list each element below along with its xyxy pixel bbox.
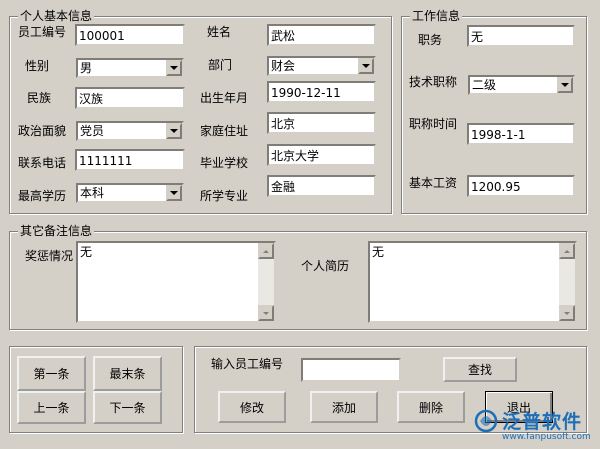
major-label: 所学专业 [200, 189, 249, 203]
tech-title-label: 技术职称 [409, 75, 458, 89]
chevron-down-icon[interactable] [358, 58, 374, 74]
education-select[interactable]: 本科 [76, 183, 184, 203]
scroll-down-icon[interactable] [258, 305, 274, 321]
awards-value: 无 [80, 245, 93, 259]
ethnicity-field[interactable]: 汉族 [75, 87, 185, 109]
name-field[interactable]: 武松 [267, 24, 376, 46]
resume-textarea[interactable]: 无 [368, 241, 577, 323]
education-value: 本科 [80, 186, 105, 200]
political-label: 政治面貌 [18, 124, 67, 138]
basic-info-title: 个人基本信息 [18, 9, 95, 23]
work-info-title: 工作信息 [410, 9, 463, 23]
home-field[interactable]: 北京 [267, 112, 376, 134]
fanpusoft-watermark: 泛普软件 www.fanpusoft.com [474, 405, 594, 445]
phone-field[interactable]: 1111111 [75, 149, 185, 171]
name-label: 姓名 [207, 25, 232, 39]
emp-no-search-label: 输入员工编号 [211, 357, 284, 371]
birth-label: 出生年月 [200, 91, 249, 105]
last-record-button[interactable]: 最末条 [93, 356, 162, 391]
position-label: 职务 [418, 33, 443, 47]
dept-value: 财会 [271, 59, 296, 73]
find-button[interactable]: 查找 [443, 357, 517, 382]
salary-field[interactable]: 1200.95 [467, 175, 575, 197]
tech-title-select[interactable]: 二级 [468, 75, 575, 95]
school-label: 毕业学校 [200, 156, 249, 170]
salary-label: 基本工资 [409, 176, 458, 190]
emp-no-label: 员工编号 [18, 25, 67, 39]
scroll-up-icon[interactable] [258, 243, 274, 259]
add-button[interactable]: 添加 [310, 391, 378, 423]
resume-label: 个人简历 [301, 259, 350, 273]
title-date-field[interactable]: 1998-1-1 [467, 123, 575, 145]
awards-textarea[interactable]: 无 [76, 241, 276, 323]
first-record-button[interactable]: 第一条 [17, 356, 86, 391]
delete-button[interactable]: 删除 [397, 391, 465, 423]
emp-no-search-input[interactable] [301, 358, 401, 382]
chevron-down-icon[interactable] [166, 123, 182, 139]
education-label: 最高学历 [18, 189, 67, 203]
school-field[interactable]: 北京大学 [267, 144, 376, 166]
scroll-up-icon[interactable] [559, 243, 575, 259]
ethnicity-label: 民族 [27, 91, 52, 105]
watermark-brand: 泛普软件 [502, 411, 583, 433]
dept-label: 部门 [208, 58, 233, 72]
gender-select[interactable]: 男 [76, 58, 184, 78]
home-label: 家庭住址 [200, 124, 249, 138]
resume-scrollbar[interactable] [559, 243, 575, 321]
prev-record-button[interactable]: 上一条 [17, 391, 86, 424]
dept-select[interactable]: 财会 [267, 56, 376, 76]
major-field[interactable]: 金融 [267, 175, 376, 197]
title-date-label: 职称时间 [409, 117, 458, 131]
awards-scrollbar[interactable] [258, 243, 274, 321]
remarks-title: 其它备注信息 [18, 224, 95, 238]
chevron-down-icon[interactable] [166, 185, 182, 201]
birth-field[interactable]: 1990-12-11 [267, 81, 376, 103]
awards-label: 奖惩情况 [25, 249, 74, 263]
phone-label: 联系电话 [18, 156, 67, 170]
edit-button[interactable]: 修改 [218, 391, 286, 423]
emp-no-field[interactable]: 100001 [75, 24, 185, 46]
position-field[interactable]: 无 [467, 25, 575, 47]
next-record-button[interactable]: 下一条 [93, 391, 162, 424]
chevron-down-icon[interactable] [166, 60, 182, 76]
political-value: 党员 [80, 124, 105, 138]
watermark-url: www.fanpusoft.com [502, 432, 591, 442]
chevron-down-icon[interactable] [557, 77, 573, 93]
political-select[interactable]: 党员 [76, 121, 184, 141]
gender-value: 男 [80, 61, 93, 75]
scroll-down-icon[interactable] [559, 305, 575, 321]
gender-label: 性别 [25, 59, 50, 73]
resume-value: 无 [372, 245, 385, 259]
tech-title-value: 二级 [472, 78, 497, 92]
